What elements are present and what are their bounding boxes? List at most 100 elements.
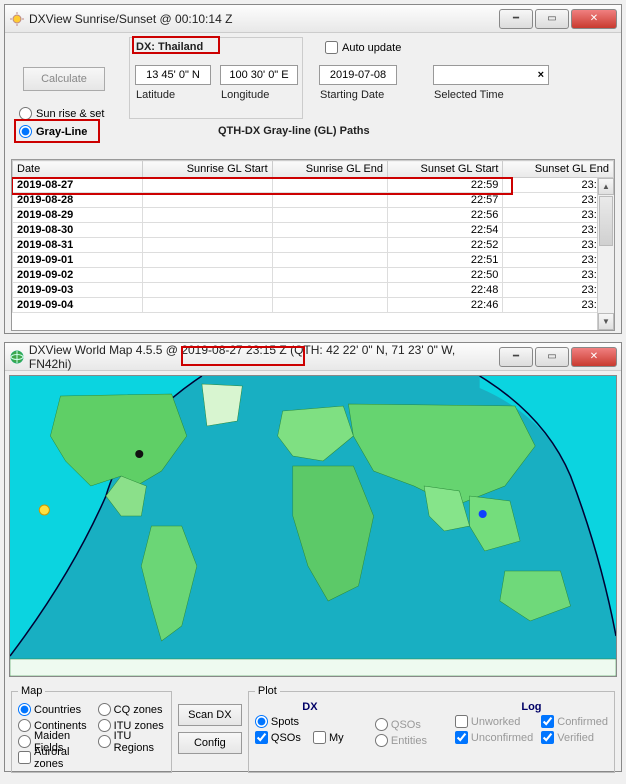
- cell: 22:54: [388, 223, 503, 238]
- cell: 22:52: [388, 238, 503, 253]
- table-row[interactable]: 2019-08-3122:5223:36: [13, 238, 614, 253]
- opt-my[interactable]: [313, 731, 326, 744]
- plot-legend: Plot: [255, 685, 280, 697]
- longitude-input[interactable]: 100 30' 0" E: [220, 65, 298, 85]
- cell: 22:56: [388, 208, 503, 223]
- cell: [142, 208, 272, 223]
- table-row[interactable]: 2019-08-2722:5923:35: [13, 178, 614, 193]
- cell: [272, 268, 387, 283]
- cell: [142, 283, 272, 298]
- cell: [272, 283, 387, 298]
- minimize-button-2[interactable]: ━: [499, 347, 533, 367]
- window-title: DXView Sunrise/Sunset @ 00:10:14 Z: [29, 12, 232, 26]
- titlebar: DXView Sunrise/Sunset @ 00:10:14 Z ━ ▭ ✕: [5, 5, 621, 33]
- opt-qsos[interactable]: QSOs My: [255, 730, 365, 745]
- scan-dx-button[interactable]: Scan DX: [178, 704, 242, 726]
- table-row[interactable]: 2019-08-2822:5723:35: [13, 193, 614, 208]
- sun-icon: [9, 11, 25, 27]
- dx-label: DX: Thailand: [136, 41, 203, 53]
- radio-grayline[interactable]: Gray-Line: [19, 125, 87, 138]
- cell: 22:57: [388, 193, 503, 208]
- starting-date-label: Starting Date: [320, 89, 384, 101]
- opt-unworked[interactable]: Unworked: [455, 714, 533, 729]
- vertical-scrollbar[interactable]: ▲ ▼: [597, 178, 614, 330]
- selected-time-input[interactable]: ×: [433, 65, 549, 85]
- table-row[interactable]: 2019-09-0422:4623:36: [13, 298, 614, 313]
- opt-unconfirmed[interactable]: Unconfirmed: [455, 730, 533, 745]
- opt-auroral[interactable]: Auroral zones: [18, 750, 92, 765]
- cell: 2019-09-02: [13, 268, 143, 283]
- col-header[interactable]: Date: [13, 161, 143, 178]
- cell: [272, 238, 387, 253]
- radio-sunrise[interactable]: Sun rise & set: [19, 107, 104, 120]
- scroll-up-icon[interactable]: ▲: [598, 178, 614, 195]
- opt-log-qsos[interactable]: QSOs: [375, 717, 445, 732]
- cell: [272, 208, 387, 223]
- cell: 2019-08-27: [13, 178, 143, 193]
- close-button-2[interactable]: ✕: [571, 347, 617, 367]
- maximize-button-2[interactable]: ▭: [535, 347, 569, 367]
- cell: [272, 193, 387, 208]
- auto-update-checkbox[interactable]: Auto update: [325, 41, 401, 54]
- opt-verified[interactable]: Verified: [541, 730, 608, 745]
- data-table: DateSunrise GL StartSunrise GL EndSunset…: [12, 160, 614, 313]
- starting-date-input[interactable]: 2019-07-08: [319, 65, 397, 85]
- map-legend: Map: [18, 685, 45, 697]
- col-header[interactable]: Sunset GL Start: [388, 161, 503, 178]
- cell: [142, 298, 272, 313]
- map-options: Map Countries Continents Maiden Fields A…: [11, 685, 172, 773]
- cell: [272, 178, 387, 193]
- cell: 2019-08-28: [13, 193, 143, 208]
- cell: 22:48: [388, 283, 503, 298]
- calculate-button[interactable]: Calculate: [23, 67, 105, 91]
- opt-countries[interactable]: Countries: [18, 702, 92, 717]
- clear-time-icon[interactable]: ×: [538, 69, 544, 81]
- plot-options: Plot DX Spots QSOs My QSOs Entities Log: [248, 685, 615, 773]
- cell: 2019-09-04: [13, 298, 143, 313]
- window-title-2: DXView World Map 4.5.5 @ 2019-08-27 23:1…: [29, 343, 497, 371]
- cell: 22:59: [388, 178, 503, 193]
- longitude-label: Longitude: [221, 89, 269, 101]
- bottom-panel: Map Countries Continents Maiden Fields A…: [5, 681, 621, 779]
- latitude-label: Latitude: [136, 89, 175, 101]
- cell: 2019-08-30: [13, 223, 143, 238]
- cell: [272, 253, 387, 268]
- world-map[interactable]: [9, 375, 617, 677]
- table-row[interactable]: 2019-09-0222:5023:36: [13, 268, 614, 283]
- window-body: Calculate DX: Thailand 13 45' 0" N 100 3…: [5, 33, 621, 333]
- close-button[interactable]: ✕: [571, 9, 617, 29]
- globe-icon: [9, 349, 25, 365]
- minimize-button[interactable]: ━: [499, 9, 533, 29]
- opt-confirmed[interactable]: Confirmed: [541, 714, 608, 729]
- cell: 2019-08-31: [13, 238, 143, 253]
- cell: 22:50: [388, 268, 503, 283]
- cell: [272, 223, 387, 238]
- cell: 22:46: [388, 298, 503, 313]
- cell: 2019-08-29: [13, 208, 143, 223]
- world-map-window: DXView World Map 4.5.5 @ 2019-08-27 23:1…: [4, 342, 622, 772]
- titlebar-2: DXView World Map 4.5.5 @ 2019-08-27 23:1…: [5, 343, 621, 371]
- table-row[interactable]: 2019-08-3022:5423:35: [13, 223, 614, 238]
- scroll-thumb[interactable]: [599, 196, 613, 246]
- table-row[interactable]: 2019-09-0122:5123:36: [13, 253, 614, 268]
- col-header[interactable]: Sunrise GL End: [272, 161, 387, 178]
- paths-title: QTH-DX Gray-line (GL) Paths: [218, 125, 370, 137]
- table-row[interactable]: 2019-09-0322:4823:36: [13, 283, 614, 298]
- cell: 2019-09-03: [13, 283, 143, 298]
- selected-time-label: Selected Time: [434, 89, 504, 101]
- maximize-button[interactable]: ▭: [535, 9, 569, 29]
- col-header[interactable]: Sunrise GL Start: [142, 161, 272, 178]
- opt-cq[interactable]: CQ zones: [98, 702, 165, 717]
- config-button[interactable]: Config: [178, 732, 242, 754]
- col-header[interactable]: Sunset GL End: [503, 161, 614, 178]
- sunrise-sunset-window: DXView Sunrise/Sunset @ 00:10:14 Z ━ ▭ ✕…: [4, 4, 622, 334]
- cell: 22:51: [388, 253, 503, 268]
- cell: [272, 298, 387, 313]
- opt-itur[interactable]: ITU Regions: [98, 734, 165, 749]
- table-row[interactable]: 2019-08-2922:5623:35: [13, 208, 614, 223]
- latitude-input[interactable]: 13 45' 0" N: [135, 65, 211, 85]
- scroll-down-icon[interactable]: ▼: [598, 313, 614, 330]
- opt-entities[interactable]: Entities: [375, 733, 445, 748]
- opt-spots[interactable]: Spots: [255, 714, 365, 729]
- grayline-table: DateSunrise GL StartSunrise GL EndSunset…: [11, 159, 615, 331]
